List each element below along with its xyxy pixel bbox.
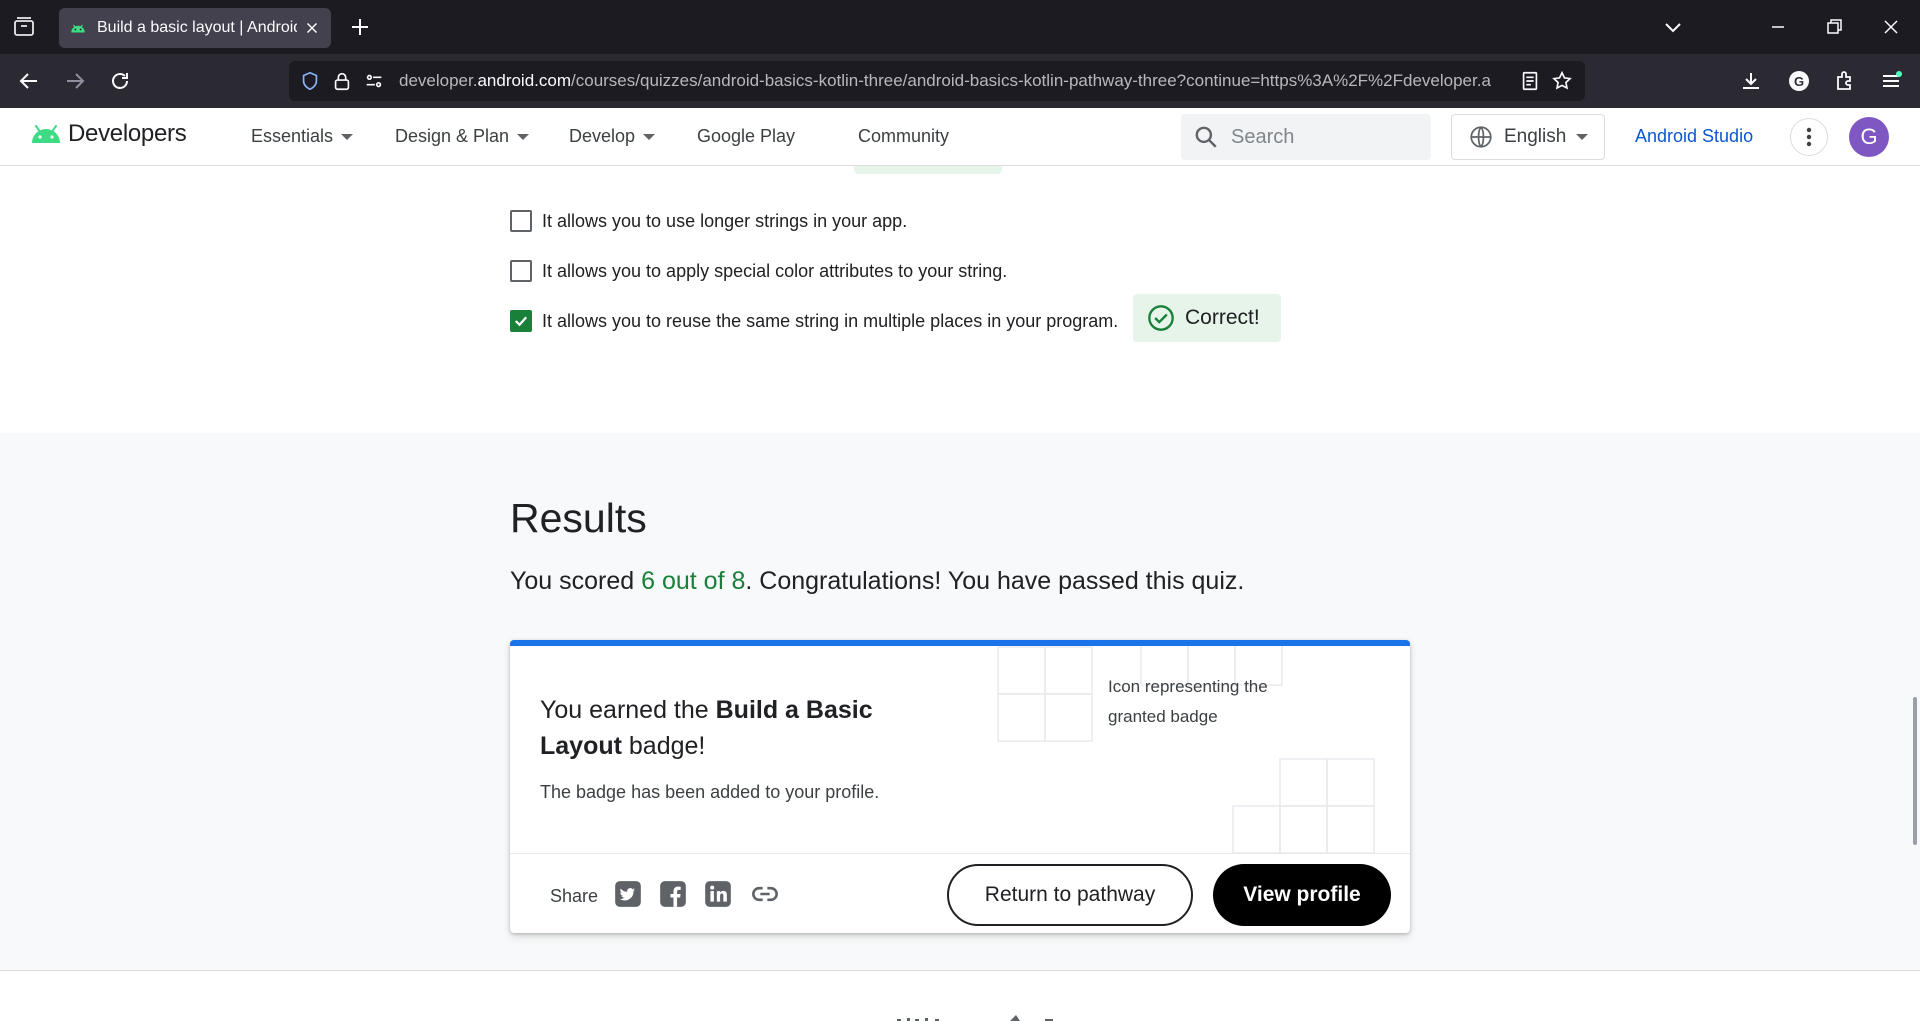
view-profile-button[interactable]: View profile [1213, 864, 1391, 926]
option-checkbox[interactable] [510, 210, 532, 232]
menu-google-play[interactable]: Google Play [697, 126, 795, 147]
minimize-icon[interactable] [1766, 15, 1790, 39]
check-circle-icon [1148, 305, 1174, 331]
quiz-option[interactable]: It allows you to use longer strings in y… [510, 210, 907, 232]
caret-down-icon [341, 133, 354, 140]
option-text: It allows you to apply special color att… [542, 260, 1008, 281]
badge-icon-alt-text: Icon representing the granted badge [1108, 677, 1268, 726]
language-label: English [1504, 126, 1567, 147]
return-to-pathway-button[interactable]: Return to pathway [947, 864, 1193, 926]
score-value: 6 out of 8 [641, 567, 746, 595]
site-permissions-icon[interactable] [363, 70, 385, 92]
caret-down-icon [517, 133, 530, 140]
caret-down-icon [643, 133, 656, 140]
search-icon [1195, 126, 1217, 148]
app-menu-icon[interactable] [1879, 69, 1903, 93]
close-tab-icon[interactable] [303, 19, 321, 37]
quiz-option[interactable]: It allows you to reuse the same string i… [510, 310, 1118, 332]
correct-feedback: Correct! [1133, 294, 1281, 342]
more-vert-icon [1806, 127, 1812, 147]
badge-earned-text: You earned the Build a Basic Layout badg… [540, 696, 873, 760]
tracking-shield-icon[interactable] [299, 70, 321, 92]
globe-icon [1470, 126, 1492, 148]
footer-logo-edge [897, 1015, 1053, 1021]
search-box[interactable] [1181, 114, 1431, 160]
menu-community[interactable]: Community [858, 126, 949, 147]
option-text: It allows you to reuse the same string i… [542, 310, 1119, 331]
language-selector[interactable]: English [1451, 114, 1605, 160]
twitter-icon[interactable] [614, 880, 642, 908]
results-section: Results You scored 6 out of 8. Congratul… [0, 433, 1920, 971]
browser-tab-active[interactable]: Build a basic layout | Android [59, 8, 331, 48]
linkedin-icon[interactable] [704, 880, 732, 908]
menu-develop[interactable]: Develop [569, 126, 656, 147]
bookmark-star-icon[interactable] [1551, 70, 1573, 92]
reader-view-icon[interactable] [1519, 70, 1541, 92]
quiz-option[interactable]: It allows you to apply special color att… [510, 260, 1007, 282]
feedback-text: Correct! [1185, 306, 1260, 329]
score-line: You scored 6 out of 8. Congratulations! … [510, 567, 1245, 595]
close-window-icon[interactable] [1879, 15, 1903, 39]
new-tab-icon[interactable] [348, 15, 372, 39]
avatar[interactable]: G [1849, 117, 1889, 157]
android-studio-link[interactable]: Android Studio [1635, 126, 1753, 147]
reload-icon[interactable] [108, 69, 132, 93]
list-all-tabs-icon[interactable] [1661, 15, 1685, 39]
menu-essentials[interactable]: Essentials [251, 126, 354, 147]
option-checkbox[interactable] [510, 260, 532, 282]
tab-list-icon[interactable] [12, 15, 36, 39]
downloads-icon[interactable] [1739, 69, 1763, 93]
badge-subtitle: The badge has been added to your profile… [540, 782, 880, 802]
previous-feedback-edge [854, 166, 1002, 174]
restore-icon[interactable] [1822, 15, 1846, 39]
address-bar[interactable]: developer.android.com/courses/quizzes/an… [289, 61, 1585, 101]
lock-icon[interactable] [331, 70, 353, 92]
forward-icon[interactable] [63, 69, 87, 93]
extensions-icon[interactable] [1833, 69, 1857, 93]
badge-card: You earned the Build a Basic Layout badg… [510, 640, 1410, 933]
tab-title: Build a basic layout | Android [97, 19, 297, 36]
grammarly-icon[interactable]: G [1787, 69, 1811, 93]
brand-name: Developers [68, 120, 187, 147]
option-checkbox-checked[interactable] [510, 310, 532, 332]
android-logo-icon [32, 125, 60, 143]
badge-card-footer: Share Return to pathway View profile [510, 853, 1410, 933]
back-icon[interactable] [17, 69, 41, 93]
decorative-grid [997, 646, 1093, 742]
results-title: Results [510, 495, 647, 541]
share-label: Share [550, 886, 599, 906]
url-text: developer.android.com/courses/quizzes/an… [399, 71, 1491, 90]
caret-down-icon [1576, 134, 1589, 140]
menu-design-plan[interactable]: Design & Plan [395, 126, 530, 147]
option-text: It allows you to use longer strings in y… [542, 210, 908, 231]
android-favicon-icon [71, 24, 85, 33]
more-options-button[interactable] [1790, 118, 1828, 156]
checkmark-icon [514, 316, 528, 327]
facebook-icon[interactable] [659, 880, 687, 908]
svg-text:G: G [1794, 74, 1804, 89]
page-scrollbar-thumb[interactable] [1913, 697, 1917, 845]
site-header: Developers Essentials Design & Plan Deve… [0, 108, 1920, 166]
decorative-grid [1232, 758, 1375, 854]
developers-logo[interactable]: Developers [30, 120, 187, 148]
browser-tab-bar: Build a basic layout | Android [0, 0, 1920, 54]
link-icon[interactable] [751, 880, 779, 908]
search-input[interactable] [1231, 125, 1411, 149]
